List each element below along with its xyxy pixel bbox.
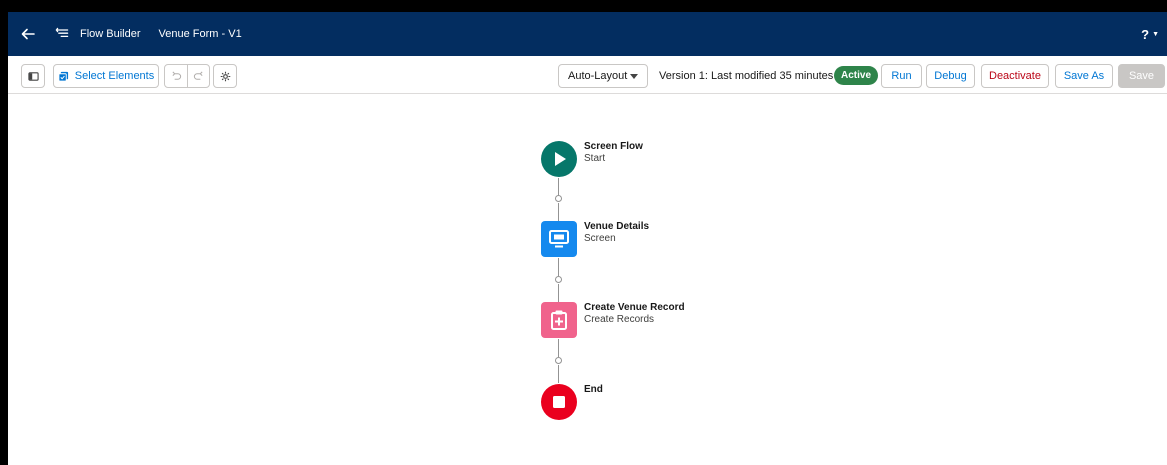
dropdown-arrow-icon [630, 74, 638, 79]
screen-node[interactable] [541, 221, 577, 257]
connector-line [558, 178, 559, 196]
screen-node-label: Venue Details Screen [584, 221, 649, 245]
status-badge: Active [834, 66, 879, 85]
app-name: Flow Builder [80, 28, 141, 40]
app-header: Flow Builder Venue Form - V1 ? ▼ [8, 12, 1167, 56]
save-button: Save [1118, 64, 1165, 88]
toggle-panel-button[interactable] [21, 64, 45, 88]
node-title: Screen Flow [584, 141, 643, 152]
redo-icon [193, 71, 203, 80]
stop-icon [553, 396, 565, 408]
connector-line [558, 258, 559, 276]
help-menu-button[interactable]: ? ▼ [1141, 12, 1159, 56]
create-records-node[interactable] [541, 302, 577, 338]
undo-button[interactable] [165, 65, 187, 87]
add-element-point[interactable] [555, 195, 562, 202]
connector-line [558, 365, 559, 383]
flow-builder-icon [52, 24, 72, 44]
arrow-left-icon [21, 28, 35, 40]
create-records-node-label: Create Venue Record Create Records [584, 302, 685, 326]
debug-button[interactable]: Debug [926, 64, 975, 88]
node-title: Create Venue Record [584, 302, 685, 313]
end-node[interactable] [541, 384, 577, 420]
node-subtitle: Create Records [584, 314, 655, 325]
undo-icon [171, 71, 181, 80]
deactivate-button[interactable]: Deactivate [981, 64, 1049, 88]
flow-canvas[interactable]: Screen Flow Start Venue Details Screen C… [8, 95, 1167, 465]
node-title: Venue Details [584, 221, 650, 232]
node-title: End [584, 384, 603, 395]
settings-button[interactable] [213, 64, 237, 88]
select-elements-button[interactable]: Select Elements [53, 64, 159, 88]
back-button[interactable] [8, 12, 48, 56]
help-icon: ? [1141, 26, 1150, 42]
toolbar: Select Elements Auto-Layout Version 1: L… [8, 56, 1167, 94]
clipboard-add-icon [551, 310, 567, 330]
redo-button[interactable] [187, 65, 209, 87]
save-as-button[interactable]: Save As [1055, 64, 1113, 88]
layout-select-value: Auto-Layout [568, 70, 628, 82]
connector-line [558, 284, 559, 302]
connector-line [558, 203, 559, 221]
start-node-label: Screen Flow Start [584, 141, 643, 165]
add-element-point[interactable] [555, 276, 562, 283]
layout-select[interactable]: Auto-Layout [558, 64, 648, 88]
node-subtitle: Start [584, 153, 606, 164]
end-node-label: End [584, 384, 603, 396]
gear-icon [220, 71, 230, 81]
undo-redo-group [164, 64, 210, 88]
flow-builder-window: Flow Builder Venue Form - V1 ? ▼ Select … [8, 12, 1167, 465]
play-icon [555, 152, 566, 166]
start-node[interactable] [541, 141, 577, 177]
connector-line [558, 339, 559, 357]
panel-icon [27, 71, 39, 81]
select-elements-icon [58, 71, 68, 82]
run-button[interactable]: Run [881, 64, 922, 88]
caret-down-icon: ▼ [1152, 30, 1159, 38]
flow-name: Venue Form - V1 [158, 28, 242, 40]
screen-icon [549, 230, 569, 248]
node-subtitle: Screen [584, 233, 616, 244]
add-element-point[interactable] [555, 357, 562, 364]
select-elements-label: Select Elements [74, 70, 155, 82]
version-info: Version 1: Last modified 35 minutes ago [659, 70, 855, 82]
